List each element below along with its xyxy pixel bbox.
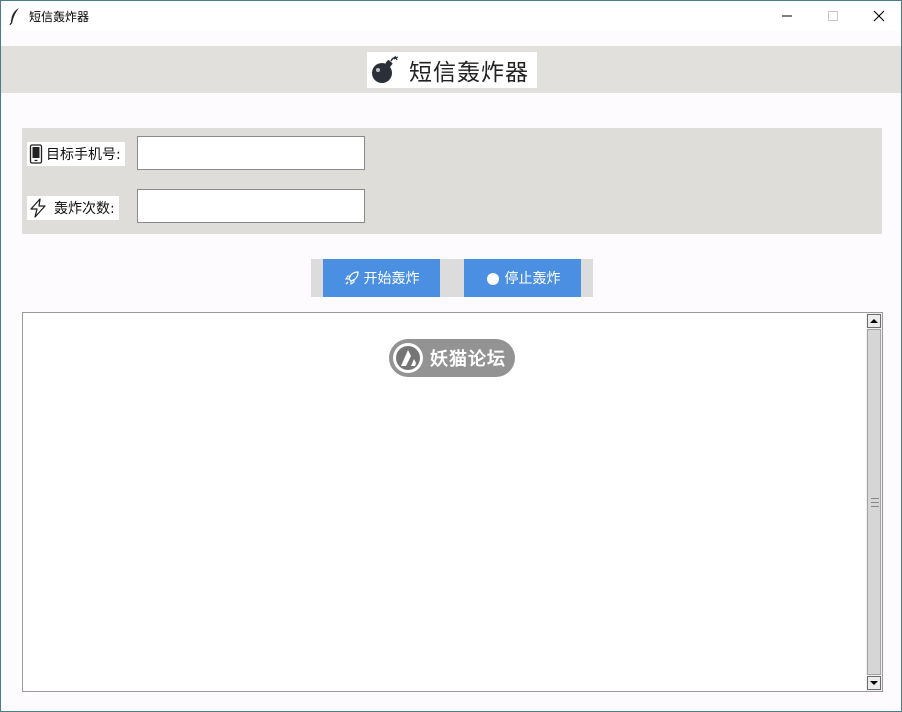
arrow-up-icon	[870, 319, 878, 323]
lightning-icon	[30, 198, 46, 218]
header-title: 短信轰炸器	[409, 60, 529, 86]
scroll-down-button[interactable]	[867, 676, 881, 690]
scrollbar-thumb[interactable]	[867, 329, 881, 675]
minimize-icon	[782, 15, 792, 17]
count-input[interactable]	[137, 189, 365, 223]
window-title: 短信轰炸器	[29, 10, 90, 24]
feather-icon	[9, 7, 21, 26]
close-button[interactable]	[856, 1, 901, 31]
rocket-icon	[344, 271, 359, 286]
arrow-down-icon	[870, 681, 878, 685]
header-title-box: 短信轰炸器	[367, 52, 537, 88]
start-button[interactable]: 开始轰炸	[323, 259, 440, 297]
phone-icon	[29, 144, 43, 164]
phone-label-text: 目标手机号:	[46, 147, 121, 163]
form-panel: 目标手机号: 轰炸次数:	[22, 128, 882, 234]
bomb-icon	[372, 55, 399, 83]
header-banner: 短信轰炸器	[1, 46, 901, 93]
maximize-button[interactable]	[810, 1, 856, 31]
log-textarea[interactable]: 妖猫论坛	[22, 312, 883, 692]
stop-circle-icon	[486, 273, 499, 285]
start-button-label: 开始轰炸	[363, 271, 420, 287]
vertical-scrollbar[interactable]	[866, 313, 882, 691]
watermark-text: 妖猫论坛	[430, 349, 506, 370]
app-window: 短信轰炸器 短信轰炸器 目标手机号: 轰炸次数: 开始轰炸 停止轰炸 妖猫论坛	[0, 0, 902, 712]
maximize-icon	[828, 11, 838, 21]
forum-logo-icon	[393, 343, 423, 373]
stop-button-label: 停止轰炸	[504, 271, 561, 287]
button-bar: 开始轰炸 停止轰炸	[311, 259, 593, 297]
watermark: 妖猫论坛	[389, 339, 515, 377]
grip-icon	[871, 498, 879, 507]
count-label: 轰炸次数:	[27, 196, 119, 220]
phone-label: 目标手机号:	[27, 142, 125, 166]
close-icon	[873, 10, 885, 22]
minimize-button[interactable]	[764, 1, 810, 31]
scroll-up-button[interactable]	[867, 314, 881, 328]
title-bar[interactable]: 短信轰炸器	[1, 1, 901, 31]
count-label-text: 轰炸次数:	[54, 201, 115, 217]
phone-input[interactable]	[137, 136, 365, 170]
stop-button[interactable]: 停止轰炸	[464, 259, 581, 297]
